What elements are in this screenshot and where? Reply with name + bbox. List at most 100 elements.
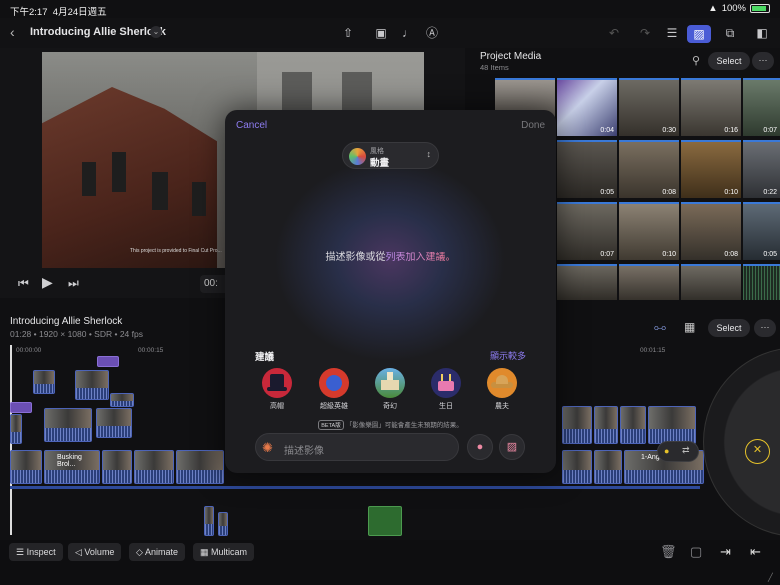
status-bar: 下午2:17 4月24日週五 ▲ 100% — [0, 0, 780, 18]
timeline-clip[interactable] — [562, 450, 592, 484]
search-icon[interactable]: ⚲ — [686, 54, 706, 70]
beta-notice: BETA版 「影像樂園」可能會產生未預期的結果。 — [225, 419, 556, 430]
image-playground-sheet: Cancel Done 風格 動畫 ↕ 描述影像或從列表加入建議。 建議 顯示較… — [225, 110, 556, 473]
media-thumb[interactable] — [743, 264, 780, 300]
timeline-clip[interactable] — [562, 406, 592, 444]
multicam-icon: ▦ — [200, 547, 212, 557]
timeline-clip[interactable] — [10, 450, 42, 484]
media-thumb[interactable]: 0:22 — [743, 140, 780, 198]
timeline-clip[interactable] — [218, 512, 228, 536]
sidebar-icon[interactable]: ◧ — [754, 25, 770, 41]
undo-icon[interactable]: ↶ — [606, 25, 622, 41]
volume-button[interactable]: ◁ Volume — [68, 543, 122, 561]
jog-wheel[interactable] — [703, 347, 780, 537]
swap-icon: ⇄ — [682, 445, 690, 455]
timeline-clip[interactable] — [44, 408, 92, 442]
timeline-clip[interactable] — [33, 370, 55, 394]
skip-forward-icon[interactable]: ⏭ — [68, 276, 79, 291]
timeline-clip[interactable] — [10, 402, 32, 413]
project-title[interactable]: Introducing Allie Sherlock — [30, 26, 166, 38]
timeline-title: Introducing Allie Sherlock — [10, 316, 123, 327]
snapping-toggle[interactable]: ● ⇄ — [657, 441, 699, 462]
done-button[interactable]: Done — [521, 120, 545, 131]
suggestion-superhero[interactable]: 超級英雄 — [314, 368, 354, 411]
timeline-clip[interactable]: Busking Brol... — [44, 450, 100, 484]
timeline-clip[interactable] — [176, 450, 224, 484]
suggestion-top-hat[interactable]: 高帽 — [257, 368, 297, 411]
media-thumb[interactable] — [619, 264, 679, 300]
top-toolbar: ‹ Introducing Allie Sherlock ⌄ ⇧ ▣ ♩ Ⓐ ↶… — [0, 18, 780, 48]
timeline-clip[interactable] — [102, 450, 132, 484]
connect-clips-icon[interactable]: ⧟ — [654, 320, 666, 335]
media-title: Project Media — [480, 51, 542, 62]
inspect-icon: ☰ — [16, 547, 27, 557]
add-person-button[interactable]: ● — [467, 434, 493, 460]
suggestion-farmer[interactable]: 農夫 — [482, 368, 522, 411]
animate-button[interactable]: ◇ Animate — [129, 543, 185, 561]
media-thumb[interactable] — [681, 264, 741, 300]
timeline-clip[interactable] — [10, 414, 22, 444]
image-playground-icon[interactable]: ▨ — [687, 25, 711, 43]
timeline-clip[interactable] — [110, 393, 134, 407]
detach-icon[interactable]: ▢ — [690, 544, 702, 560]
chevron-down-icon[interactable]: ⌄ — [150, 26, 162, 38]
camera-icon[interactable]: ▣ — [372, 25, 390, 41]
suggestion-birthday[interactable]: 生日 — [426, 368, 466, 411]
skip-back-icon[interactable]: ⏮ — [18, 276, 29, 291]
trash-icon[interactable]: 🗑 — [660, 544, 677, 560]
timeline-clip[interactable] — [594, 450, 622, 484]
photo-icon: ▨ — [506, 441, 518, 453]
inspect-button[interactable]: ☰ Inspect — [9, 543, 63, 561]
media-thumb[interactable]: 0:05 — [557, 140, 617, 198]
microphone-icon[interactable]: ♩ — [400, 25, 416, 41]
multicam-button[interactable]: ▦ Multicam — [193, 543, 255, 561]
replace-icon[interactable]: ⇤ — [750, 544, 761, 560]
style-picker[interactable]: 風格 動畫 ↕ — [342, 142, 439, 169]
cancel-button[interactable]: Cancel — [236, 120, 267, 131]
speaker-icon: ◁ — [75, 547, 85, 557]
split-icon[interactable]: ⇥ — [720, 544, 731, 560]
timeline-clip[interactable] — [204, 506, 214, 536]
timeline-clip[interactable] — [96, 408, 132, 438]
suggestion-fantasy[interactable]: 奇幻 — [370, 368, 410, 411]
timeline-clip[interactable] — [75, 370, 109, 400]
pencil-icon[interactable]: Ⓐ — [424, 25, 440, 41]
timeline-clip[interactable] — [594, 406, 618, 444]
media-thumb[interactable]: 0:10 — [619, 202, 679, 260]
media-thumb[interactable]: 0:05 — [743, 202, 780, 260]
timeline-more-button[interactable]: ··· — [754, 319, 776, 337]
media-thumb[interactable]: 0:08 — [619, 140, 679, 198]
timeline-clip[interactable] — [368, 506, 402, 536]
media-thumb[interactable]: 0:07 — [743, 78, 780, 136]
prompt-input[interactable]: ✺ 描述影像 — [255, 433, 459, 461]
timeline-clip[interactable] — [97, 356, 119, 367]
media-thumb[interactable]: 0:08 — [681, 202, 741, 260]
media-thumb[interactable] — [557, 264, 617, 300]
add-media-icon[interactable]: ☰ — [664, 25, 680, 41]
photos-icon[interactable]: ⧉ — [722, 25, 738, 41]
media-thumb[interactable]: 0:07 — [557, 202, 617, 260]
timeline-clip[interactable] — [648, 406, 696, 444]
play-icon[interactable]: ▶ — [42, 274, 53, 291]
media-thumb[interactable]: 0:04 — [557, 78, 617, 136]
clip-view-icon[interactable]: ▦ — [684, 320, 695, 334]
media-thumb[interactable]: 0:10 — [681, 140, 741, 198]
media-thumb[interactable]: 0:16 — [681, 78, 741, 136]
export-icon[interactable]: ⇧ — [340, 25, 356, 41]
add-photo-button[interactable]: ▨ — [499, 434, 525, 460]
media-more-button[interactable]: ··· — [752, 52, 774, 70]
chevron-left-icon[interactable]: ‹ — [10, 24, 15, 40]
timeline-select-button[interactable]: Select — [708, 319, 750, 337]
show-more-button[interactable]: 顯示較多 — [490, 349, 526, 362]
timeline-clip[interactable] — [134, 450, 174, 484]
beta-tag: BETA版 — [318, 420, 344, 430]
media-select-button[interactable]: Select — [708, 52, 750, 70]
redo-icon[interactable]: ↷ — [637, 25, 653, 41]
timeline-clip[interactable] — [620, 406, 646, 444]
magnet-icon: ● — [664, 446, 670, 456]
close-jog-icon[interactable]: ✕ — [745, 439, 770, 464]
suggestions-label: 建議 — [255, 352, 275, 363]
resize-handle-icon[interactable]: ╱ — [768, 573, 773, 582]
media-thumb[interactable]: 0:30 — [619, 78, 679, 136]
prompt-hint: 描述影像或從列表加入建議。 — [325, 252, 456, 263]
